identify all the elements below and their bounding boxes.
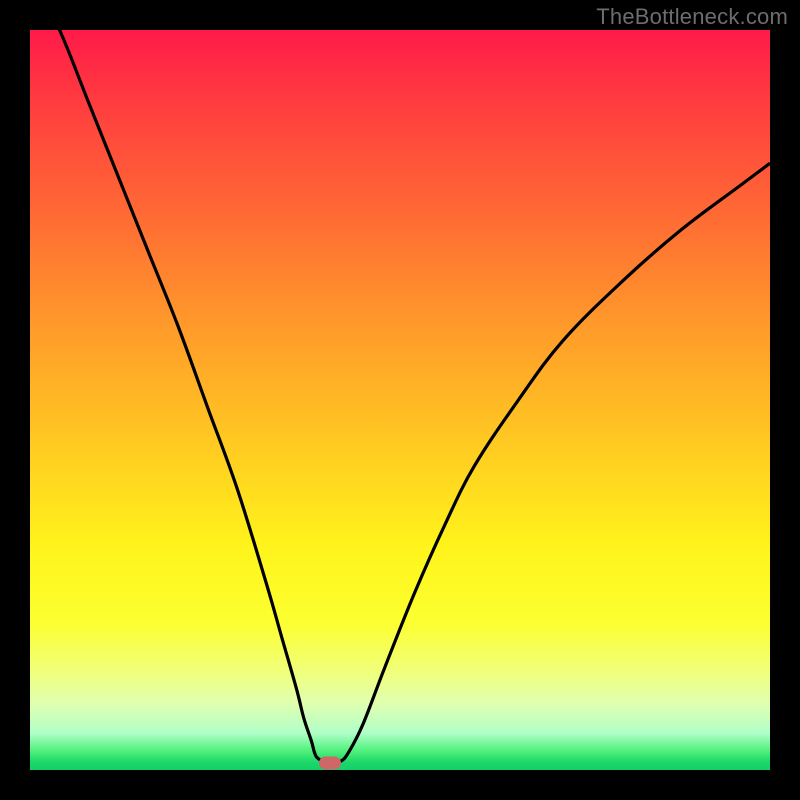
optimum-marker <box>319 756 341 769</box>
chart-frame: TheBottleneck.com <box>0 0 800 800</box>
plot-area <box>30 30 770 770</box>
bottleneck-curve <box>30 30 770 770</box>
watermark-text: TheBottleneck.com <box>596 4 788 30</box>
curve-path <box>30 30 770 763</box>
